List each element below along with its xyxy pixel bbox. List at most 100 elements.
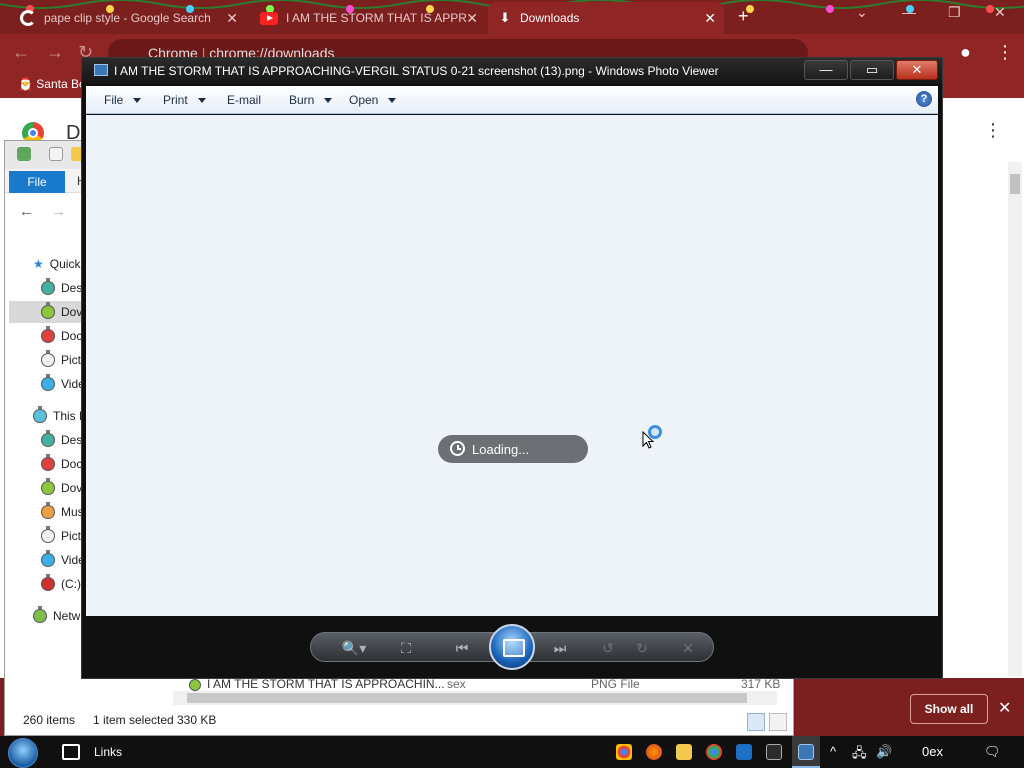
status-selected: 1 item selected (93, 713, 174, 727)
tab-youtube[interactable]: I AM THE STORM THAT IS APPR ✕ (250, 2, 486, 34)
ornament-icon (41, 502, 55, 519)
powershell-taskbar-icon[interactable] (736, 744, 752, 760)
ornament-icon (41, 574, 55, 591)
nav-pictures[interactable]: Pict (41, 349, 81, 371)
ornament-icon (41, 278, 55, 295)
close-icon[interactable]: ✕ (994, 4, 1006, 21)
minimize-icon[interactable]: — (902, 4, 916, 20)
nav-pc-pictures[interactable]: Pict (41, 525, 81, 547)
links-toolbar[interactable]: Links (94, 745, 122, 759)
back-icon[interactable]: ← (12, 42, 30, 63)
help-icon[interactable]: ? (916, 91, 932, 107)
nav-quick-access[interactable]: ★ Quick (33, 253, 80, 275)
clock-icon (450, 441, 465, 456)
chrome-profile-taskbar-icon[interactable] (706, 744, 722, 760)
chevron-up-icon[interactable]: ^ (830, 744, 836, 759)
show-all-button[interactable]: Show all (910, 694, 988, 724)
nav-pc-drive-c[interactable]: (C:) (41, 573, 81, 595)
previous-icon[interactable]: ⏮ (451, 638, 473, 658)
tab-downloads[interactable]: ⬇ Downloads ✕ (488, 2, 724, 34)
nav-this-pc[interactable]: This P (33, 405, 87, 427)
next-icon[interactable]: ⏭ (549, 638, 571, 658)
maximize-button[interactable]: ▭ (850, 60, 894, 80)
taskbar: Links ^ 🖧 🔊 0ex 🗨 (0, 736, 1024, 768)
nav-downloads[interactable]: Dov (9, 301, 87, 323)
nav-pc-videos[interactable]: Vide (41, 549, 85, 571)
details-view-button[interactable] (747, 713, 765, 731)
chrome-tab-strip: pape clip style - Google Search ✕ I AM T… (0, 0, 1024, 34)
zoom-icon[interactable]: 🔍▾ (337, 638, 371, 658)
tab-search-icon[interactable]: ⌄ (856, 4, 868, 21)
task-view-icon[interactable] (62, 744, 80, 760)
menu-email[interactable]: E-mail (227, 93, 261, 107)
nav-desktop[interactable]: Des (41, 277, 82, 299)
photo-viewer-taskbar-button[interactable] (792, 736, 820, 768)
menu-file[interactable]: File (104, 93, 142, 107)
menu-open[interactable]: Open (349, 93, 397, 107)
ornament-icon (41, 454, 55, 471)
page-scrollbar[interactable] (1008, 162, 1022, 676)
tab-google-search[interactable]: pape clip style - Google Search ✕ (10, 2, 246, 34)
scrollbar-thumb[interactable] (1010, 174, 1020, 194)
file-size: 317 KB (741, 677, 781, 691)
tab-title: I AM THE STORM THAT IS APPR (286, 11, 467, 25)
download-icon: ⬇ (499, 10, 511, 25)
nav-network[interactable]: Netw (33, 605, 80, 627)
forward-icon[interactable]: → (46, 42, 64, 63)
tab-close-icon[interactable]: ✕ (466, 10, 478, 27)
more-actions-icon[interactable]: ⋮ (984, 120, 1002, 141)
shelf-close-icon[interactable]: ✕ (998, 698, 1011, 718)
nav-videos[interactable]: Vide (41, 373, 85, 395)
large-icons-view-button[interactable] (769, 713, 787, 731)
chrome-menu-icon[interactable]: ⋮ (996, 42, 1014, 63)
ornament-icon (41, 326, 55, 343)
photo-viewer-taskbar-icon (798, 744, 814, 760)
clock-text[interactable]: 0ex (922, 744, 943, 759)
calculator-taskbar-icon[interactable] (766, 744, 782, 760)
image-canvas[interactable]: Loading... (86, 115, 938, 616)
menu-print[interactable]: Print (163, 93, 206, 107)
nav-documents[interactable]: Doc (41, 325, 82, 347)
delete-icon[interactable]: ✕ (677, 638, 699, 658)
ornament-icon (33, 406, 47, 423)
youtube-icon (260, 11, 278, 25)
new-tab-button[interactable]: + (738, 6, 749, 27)
actual-size-icon[interactable]: ⛶ (395, 638, 417, 658)
restore-icon[interactable]: ❐ (948, 4, 961, 21)
file-explorer-taskbar-icon[interactable] (676, 744, 692, 760)
notifications-icon[interactable]: 🗨 (984, 744, 1001, 760)
volume-icon[interactable]: 🔊 (876, 744, 892, 760)
profile-avatar[interactable]: ● (960, 42, 971, 63)
back-arrow-icon[interactable]: ← (19, 203, 34, 220)
loading-text: Loading... (472, 441, 530, 457)
tab-close-icon[interactable]: ✕ (704, 10, 716, 27)
firefox-taskbar-icon[interactable] (646, 744, 662, 760)
slideshow-button[interactable] (489, 624, 535, 670)
star-icon: ★ (33, 257, 44, 271)
horizontal-scrollbar[interactable] (173, 691, 777, 705)
chrome-taskbar-icon[interactable] (616, 744, 632, 760)
nav-pc-downloads[interactable]: Dov (41, 477, 82, 499)
google-icon (20, 10, 36, 26)
rotate-clockwise-icon[interactable]: ↻ (631, 638, 653, 658)
toolbar-pill: 🔍▾ ⛶ ⏮ ⏭ ↺ ↻ ✕ (310, 624, 714, 670)
file-name: I AM THE STORM THAT IS APPROACHIN... (207, 677, 445, 691)
tab-close-icon[interactable]: ✕ (226, 10, 238, 27)
network-icon[interactable]: 🖧 (852, 744, 867, 766)
nav-pc-documents[interactable]: Doc (41, 453, 82, 475)
bookmark-item[interactable]: 🎅 Santa Bo (18, 77, 86, 91)
start-button[interactable] (8, 738, 38, 768)
photo-viewer-app-icon (94, 64, 108, 76)
scrollbar-thumb[interactable] (187, 693, 747, 703)
properties-icon[interactable] (49, 147, 63, 161)
nav-pc-desktop[interactable]: Des (41, 429, 82, 451)
rotate-counterclockwise-icon[interactable]: ↺ (597, 638, 619, 658)
status-item-count: 260 items (23, 713, 76, 727)
nav-pc-music[interactable]: Mus (41, 501, 84, 523)
ribbon-file-tab[interactable]: File (9, 171, 65, 193)
ornament-icon (41, 430, 55, 447)
close-button[interactable]: ✕ (896, 60, 938, 80)
menu-burn[interactable]: Burn (289, 93, 333, 107)
minimize-button[interactable]: — (804, 60, 848, 80)
forward-arrow-icon[interactable]: → (51, 203, 66, 220)
